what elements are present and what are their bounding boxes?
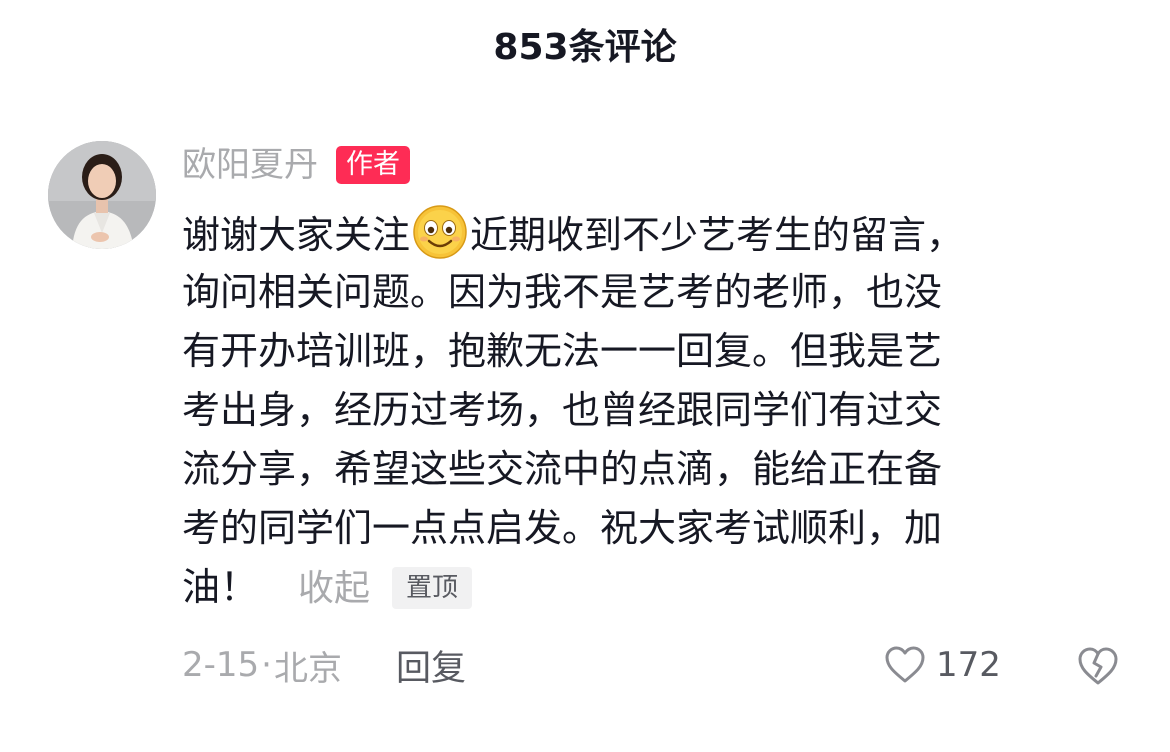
comment-line: 流分享，希望这些交流中的点滴，能给正在备 <box>182 447 943 491</box>
author-avatar[interactable] <box>48 141 156 249</box>
smiling-face-emoji-icon <box>413 205 467 259</box>
comment-location: 北京 <box>273 648 342 689</box>
comment-line: 考出身，经历过考场，也曾经跟同学们有过交 <box>182 388 943 432</box>
comment-text-segment: 近期收到不少艺考生的留言， <box>470 213 965 257</box>
comment-line: 考的同学们一点点启发。祝大家考试顺利，加 <box>182 506 943 550</box>
comment-meta: 2-15 · 北京 回复 <box>182 640 466 690</box>
comment-line: 询问相关问题。因为我不是艺考的老师，也没 <box>182 270 943 314</box>
comment-text-segment: 油！ <box>182 565 259 609</box>
heart-outline-icon <box>885 646 925 683</box>
meta-separator: · <box>261 645 272 685</box>
author-badge: 作者 <box>336 146 410 184</box>
like-count: 172 <box>936 645 1001 685</box>
comment-text-segment: 谢谢大家关注 <box>182 213 411 257</box>
author-name[interactable]: 欧阳夏丹 <box>182 142 318 188</box>
broken-heart-icon[interactable] <box>1076 644 1120 688</box>
reply-button[interactable]: 回复 <box>396 640 466 691</box>
avatar-portrait-icon <box>48 141 156 249</box>
comment-date: 2-15 <box>182 645 260 685</box>
comments-panel: 853条评论 欧阳夏丹 作者 谢谢大家关注 近期收到不少艺考生的留言， 询问相关… <box>0 0 1170 752</box>
comment-line: 有开办培训班，抱歉无法一一回复。但我是艺 <box>182 329 943 373</box>
author-row: 欧阳夏丹 作者 <box>182 142 410 188</box>
collapse-button[interactable]: 收起 <box>298 568 370 609</box>
comment-line: 谢谢大家关注 近期收到不少艺考生的留言， <box>182 204 1102 263</box>
pinned-tag: 置顶 <box>392 567 473 609</box>
like-button[interactable]: 172 <box>884 640 1001 690</box>
comment-text: 谢谢大家关注 近期收到不少艺考生的留言， 询问相关问题。因为我不是艺考的老师，也… <box>182 204 1102 617</box>
comment-count-title: 853条评论 <box>493 27 677 68</box>
comment-line-last: 油！ 收起 置顶 <box>182 558 1102 617</box>
